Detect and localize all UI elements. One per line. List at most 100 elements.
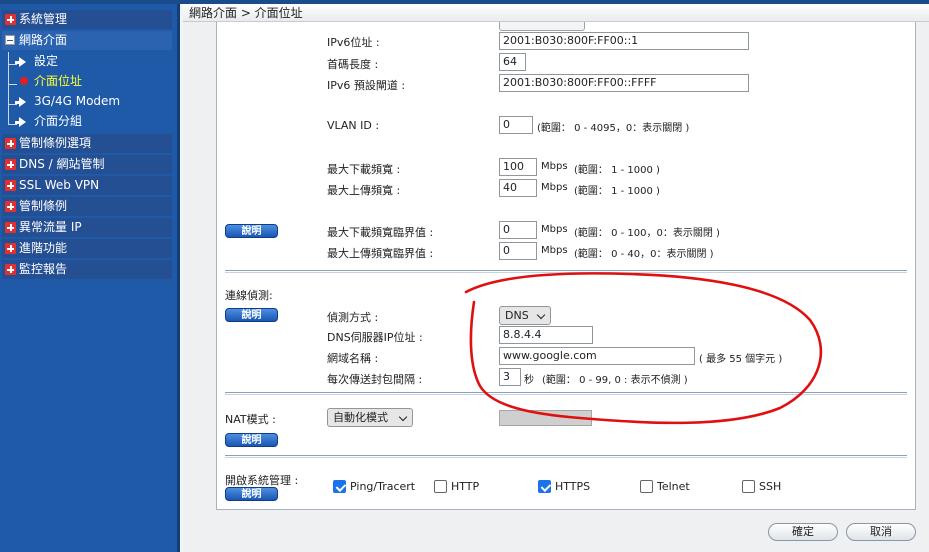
expand-plus-icon [5,222,16,233]
packet-interval-label: 每次傳送封包間隔 : [327,373,423,386]
sidebar-item-ssl-vpn[interactable]: SSL Web VPN [2,176,172,195]
expand-plus-icon [5,138,16,149]
vlan-id-hint: (範圍： 0 - 4095，0：表示關閉 ) [537,123,690,134]
sidebar-item-label: 系統管理 [19,12,68,26]
ping-tracert-label: Ping/Tracert [350,480,416,493]
expand-plus-icon [5,180,16,191]
http-checkbox[interactable] [434,480,447,493]
packet-interval-hint: (範圍： 0 - 99, 0 : 表示不偵測 ) [542,375,688,386]
upload-threshold-field[interactable]: 0 [499,242,537,260]
section-divider [225,392,907,395]
upload-threshold-label: 最大上傳頻寬臨界值 : [327,247,434,260]
section-divider [225,455,907,458]
prefix-length-label: 首碼長度 : [327,58,379,71]
sidebar-item-label: 介面位址 [34,74,83,88]
sidebar-item-label: 3G/4G Modem [34,94,121,108]
detection-method-label: 偵測方式 : [327,311,379,324]
domain-name-field[interactable]: www.google.com [499,347,695,365]
max-upload-unit: Mbps [541,182,568,193]
detection-method-value: DNS [505,309,529,322]
sidebar-item-label: 設定 [34,54,59,68]
sidebar-item-monitor[interactable]: 監控報告 [2,260,172,279]
system-mgmt-label: 開啟系統管理 : [225,474,299,487]
ipv6-gateway-label: IPv6 預設閘道 : [327,79,406,92]
sidebar-item-label: SSL Web VPN [19,178,100,192]
vlan-id-field[interactable]: 0 [499,116,533,134]
ping-tracert-checkbox[interactable] [333,480,346,493]
sidebar-item-interface-group[interactable]: 介面分組 [2,112,172,131]
ipv6-gateway-field[interactable]: 2001:B030:800F:FF00::FFFF [499,74,749,92]
collapse-minus-icon [5,35,15,45]
main-content: 網路介面 > 介面位址 IPv6位址 : 2001:B030:800F:FF00… [183,4,929,552]
sidebar-item-advanced[interactable]: 進階功能 [2,239,172,258]
system-mgmt-help-button[interactable]: 說明 [225,487,278,501]
arrow-right-icon [15,97,26,107]
detection-method-select[interactable]: DNS [499,306,551,325]
expand-plus-icon [5,264,16,275]
partial-select-box [499,22,585,31]
nat-ip-field-disabled [499,410,592,426]
sidebar-item-label: 管制條例 [19,199,68,213]
ssh-label: SSH [759,480,782,493]
ipv6-address-label: IPv6位址 : [327,36,380,49]
ok-button[interactable]: 確定 [768,523,838,541]
telnet-label: Telnet [657,480,690,493]
sidebar-item-anomaly-ip[interactable]: 異常流量 IP [2,218,172,237]
http-label: HTTP [451,480,480,493]
chevron-down-icon [398,412,408,422]
sidebar-item-label: 監控報告 [19,262,68,276]
sidebar-item-label: 介面分組 [34,114,83,128]
sidebar-item-network-interface[interactable]: 網路介面 [2,31,172,50]
vlan-id-label: VLAN ID : [327,119,380,132]
sidebar-item-modem[interactable]: 3G/4G Modem [2,92,172,111]
https-checkbox[interactable] [538,480,551,493]
max-upload-hint: (範圍： 1 - 1000 ) [574,186,660,197]
max-download-hint: (範圍： 1 - 1000 ) [574,165,660,176]
cancel-button[interactable]: 取消 [846,523,916,541]
download-threshold-label: 最大下載頻寬臨界值 : [327,226,434,239]
sidebar-item-label: DNS / 網站管制 [19,157,105,171]
sidebar-item-label: 網路介面 [19,33,68,47]
settings-panel: IPv6位址 : 2001:B030:800F:FF00::1 首碼長度 : 6… [216,22,916,510]
arrow-right-icon [15,57,26,67]
max-download-field[interactable]: 100 [499,158,537,176]
chevron-down-icon [536,310,546,320]
nat-mode-value: 自動化模式 [333,411,388,424]
sidebar-item-policy-options[interactable]: 管制條例選項 [2,134,172,153]
sidebar-item-label: 進階功能 [19,241,68,255]
sidebar-item-system-admin[interactable]: 系統管理 [2,10,172,29]
expand-plus-icon [5,243,16,254]
section-divider [225,270,907,273]
expand-plus-icon [5,201,16,212]
sidebar-item-dns-web[interactable]: DNS / 網站管制 [2,155,172,174]
max-upload-field[interactable]: 40 [499,179,537,197]
sidebar-item-label: 管制條例選項 [19,136,92,150]
threshold-help-button[interactable]: 說明 [225,224,278,238]
telnet-checkbox[interactable] [640,480,653,493]
download-threshold-hint: (範圍： 0 - 100，0：表示關閉 ) [574,228,720,239]
max-download-label: 最大下載頻寬 : [327,163,401,176]
nat-mode-select[interactable]: 自動化模式 [327,408,413,427]
upload-threshold-hint: (範圍： 0 - 40，0：表示關閉 ) [574,249,714,260]
domain-name-hint: ( 最多 55 個字元 ) [699,354,783,365]
sidebar-item-interface-address[interactable]: 介面位址 [2,72,172,91]
sidebar-item-policy[interactable]: 管制條例 [2,197,172,216]
detection-section-label: 連線偵測: [225,289,273,302]
ssh-checkbox[interactable] [742,480,755,493]
packet-interval-unit: 秒 [524,375,534,386]
download-threshold-field[interactable]: 0 [499,221,537,239]
sidebar-item-settings[interactable]: 設定 [2,52,172,71]
arrow-right-icon [15,117,26,127]
ipv6-address-field[interactable]: 2001:B030:800F:FF00::1 [499,32,749,50]
dns-server-ip-field[interactable]: 8.8.4.4 [499,326,593,344]
packet-interval-field[interactable]: 3 [499,368,521,386]
sidebar-item-label: 異常流量 IP [19,220,82,234]
expand-plus-icon [5,14,16,25]
sidebar: 系統管理 網路介面 設定 介面位址 3G/4G Modem 介面分組 管制條例選… [0,4,180,552]
domain-name-label: 網域名稱 : [327,352,379,365]
detection-help-button[interactable]: 說明 [225,308,278,322]
prefix-length-field[interactable]: 64 [499,53,526,71]
nat-help-button[interactable]: 說明 [225,433,278,447]
active-dot-icon [20,77,28,85]
nat-mode-label: NAT模式 : [225,413,276,426]
